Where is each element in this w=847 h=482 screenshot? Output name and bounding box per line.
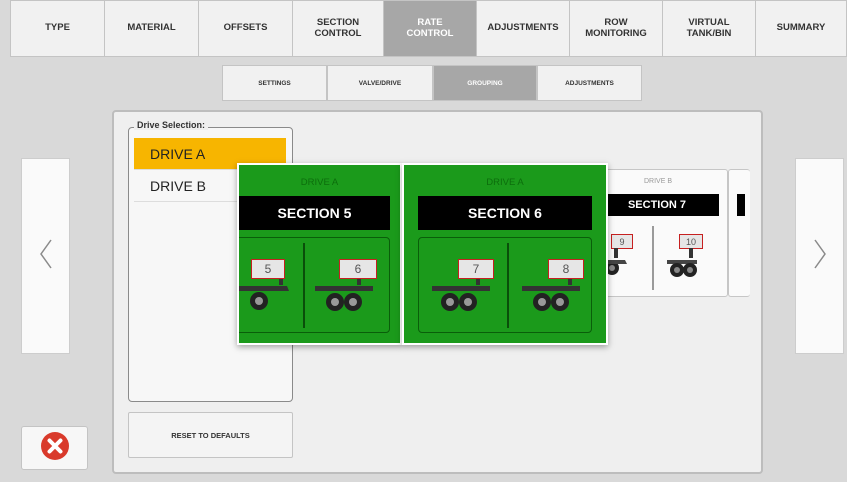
previous-button[interactable]: [21, 158, 70, 354]
card-section-title: SECTION 7: [595, 194, 719, 216]
row-unit: 6: [311, 255, 383, 315]
subtab-settings[interactable]: SETTINGS: [222, 65, 327, 101]
card-section-title: SECTION 5: [239, 196, 390, 230]
row-unit: 5: [239, 255, 295, 315]
drive-item-label: DRIVE B: [150, 177, 207, 194]
planter-row-icon: [603, 248, 627, 275]
tab-label: ADJUSTMENTS: [487, 22, 559, 34]
row-number: 6: [339, 259, 377, 279]
section-card-6[interactable]: DRIVE A SECTION 6 7 8: [402, 163, 608, 345]
close-icon: [39, 430, 71, 467]
drive-selection-legend: Drive Selection:: [134, 120, 209, 130]
subtab-label: VALVE/DRIVE: [358, 79, 402, 87]
tab-label: OFFSETS: [223, 22, 268, 34]
subtab-adjustments[interactable]: ADJUSTMENTS: [537, 65, 642, 101]
card-title-fragment: [737, 194, 745, 216]
row-unit: 9: [603, 234, 637, 282]
section-card-background[interactable]: DRIVE B SECTION 7 9 10: [588, 169, 728, 297]
row-number: 7: [458, 259, 494, 279]
row-unit: 8: [518, 255, 590, 315]
card-drive-label: DRIVE A: [300, 177, 339, 188]
tab-adjustments[interactable]: ADJUSTMENTS: [476, 0, 570, 57]
tab-label: ROW MONITORING: [585, 16, 647, 39]
row-divider: [303, 243, 305, 328]
section-card-edge[interactable]: [728, 169, 750, 297]
tab-type[interactable]: TYPE: [10, 0, 105, 57]
subtab-grouping[interactable]: GROUPING: [433, 65, 537, 101]
tab-label: SECTION CONTROL: [314, 16, 362, 39]
drive-item-label: DRIVE A: [150, 145, 206, 162]
row-number: 8: [548, 259, 584, 279]
row-divider: [652, 226, 654, 290]
subtab-label: ADJUSTMENTS: [565, 79, 614, 87]
cancel-button[interactable]: [21, 426, 88, 470]
row-divider: [507, 243, 509, 328]
tab-label: SUMMARY: [776, 22, 826, 34]
subtab-label: GROUPING: [467, 79, 503, 87]
card-section-title: SECTION 6: [418, 196, 592, 230]
next-button[interactable]: [795, 158, 844, 354]
card-drive-label: DRIVE A: [486, 177, 524, 188]
tab-virtual-tank-bin[interactable]: VIRTUAL TANK/BIN: [662, 0, 756, 57]
section-card-5[interactable]: DRIVE A SECTION 5 5 6: [237, 163, 402, 345]
row-unit: 10: [663, 234, 707, 282]
tab-section-control[interactable]: SECTION CONTROL: [292, 0, 384, 57]
tab-label: VIRTUAL TANK/BIN: [686, 16, 732, 39]
tab-summary[interactable]: SUMMARY: [755, 0, 847, 57]
row-number: 5: [251, 259, 285, 279]
tab-offsets[interactable]: OFFSETS: [198, 0, 293, 57]
tab-material[interactable]: MATERIAL: [104, 0, 199, 57]
subtab-label: SETTINGS: [258, 79, 291, 87]
chevron-right-icon: [812, 237, 828, 276]
tab-label: RATE CONTROL: [406, 16, 454, 39]
planter-row-icon: [667, 248, 697, 277]
reset-to-defaults-button[interactable]: RESET TO DEFAULTS: [128, 412, 293, 458]
tab-rate-control[interactable]: RATE CONTROL: [383, 0, 477, 57]
subtab-valve-drive[interactable]: VALVE/DRIVE: [327, 65, 433, 101]
tab-label: MATERIAL: [127, 22, 176, 34]
chevron-left-icon: [38, 237, 54, 276]
tab-row-monitoring[interactable]: ROW MONITORING: [569, 0, 663, 57]
tab-label: TYPE: [45, 22, 70, 34]
card-drive-label: DRIVE B: [643, 178, 672, 185]
row-unit: 7: [428, 255, 500, 315]
